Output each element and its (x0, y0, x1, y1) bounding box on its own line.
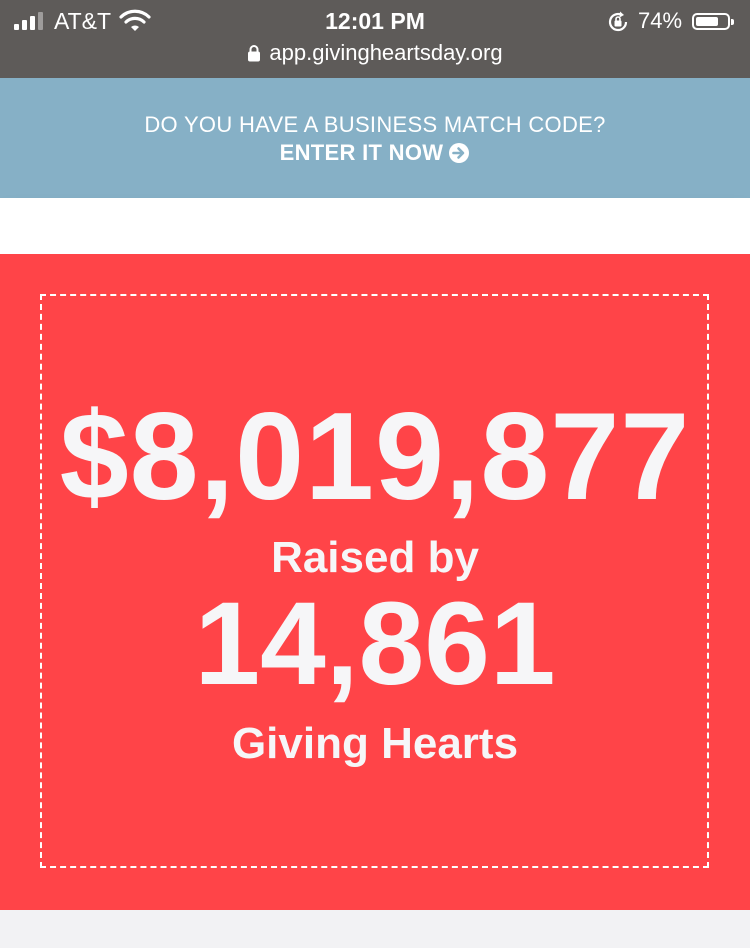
battery-level (696, 17, 718, 26)
page-background (0, 910, 750, 948)
browser-status-bar: AT&T 12:01 PM 74% app.givingheartsday.or… (0, 0, 750, 78)
url-text: app.givingheartsday.org (269, 40, 503, 65)
padlock-icon (248, 45, 261, 62)
donor-label: Giving Hearts (231, 719, 519, 768)
enter-code-label: ENTER IT NOW (279, 140, 444, 165)
arrow-circle-right-icon (449, 143, 470, 163)
status-row: AT&T 12:01 PM 74% (0, 6, 750, 36)
enter-code-link[interactable]: ENTER IT NOW (0, 140, 750, 166)
battery-terminal (731, 19, 734, 25)
business-match-banner: DO YOU HAVE A BUSINESS MATCH CODE? ENTER… (0, 78, 750, 198)
fundraising-stats-card: $8,019,877 Raised by 14,861 Giving Heart… (0, 254, 750, 910)
rotation-lock-icon (608, 11, 628, 32)
amount-raised: $8,019,877 (59, 388, 691, 526)
address-bar[interactable]: app.givingheartsday.org (0, 38, 750, 68)
banner-question: DO YOU HAVE A BUSINESS MATCH CODE? (144, 112, 606, 137)
donor-count: 14,861 (194, 578, 556, 710)
section-spacer (0, 198, 750, 254)
battery-icon (692, 13, 730, 30)
battery-percentage: 74% (638, 8, 683, 33)
